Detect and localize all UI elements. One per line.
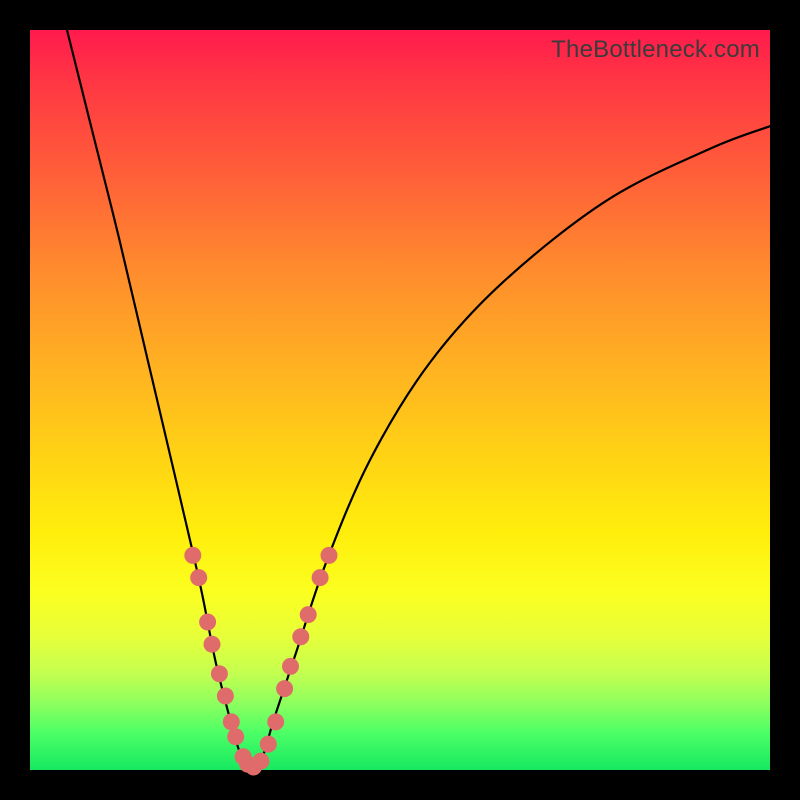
highlight-marker <box>199 614 216 631</box>
highlight-marker <box>217 688 234 705</box>
curve-svg <box>30 30 770 770</box>
highlight-marker <box>190 569 207 586</box>
highlight-marker <box>227 728 244 745</box>
marker-group <box>184 547 337 776</box>
highlight-marker <box>300 606 317 623</box>
highlight-marker <box>204 636 221 653</box>
highlight-marker <box>276 680 293 697</box>
highlight-marker <box>184 547 201 564</box>
bottleneck-curve <box>67 30 770 770</box>
highlight-marker <box>292 628 309 645</box>
highlight-marker <box>312 569 329 586</box>
highlight-marker <box>252 753 269 770</box>
highlight-marker <box>211 665 228 682</box>
outer-frame: TheBottleneck.com <box>0 0 800 800</box>
highlight-marker <box>321 547 338 564</box>
highlight-marker <box>282 658 299 675</box>
highlight-marker <box>223 713 240 730</box>
plot-area: TheBottleneck.com <box>30 30 770 770</box>
highlight-marker <box>267 713 284 730</box>
highlight-marker <box>260 736 277 753</box>
